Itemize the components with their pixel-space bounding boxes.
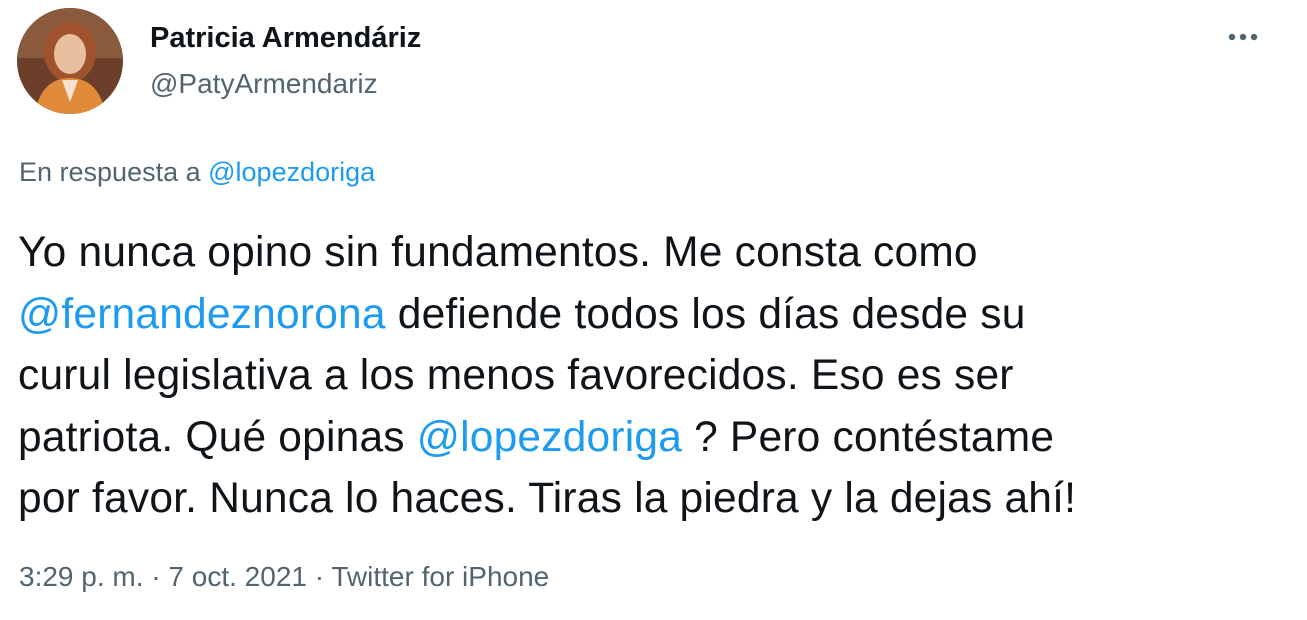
tweet-line: Yo nunca opino sin fundamentos. Me const… (18, 229, 978, 276)
tweet-date-link[interactable]: 7 oct. 2021 (168, 561, 307, 592)
user-handle[interactable]: @PatyArmendariz (150, 68, 378, 100)
display-name[interactable]: Patricia Armendáriz (150, 22, 421, 55)
reply-context: En respuesta a @lopezdoriga (19, 157, 375, 188)
tweet-source-link[interactable]: Twitter for iPhone (331, 561, 549, 592)
tweet-line: por favor. Nunca lo haces. Tiras la pied… (18, 475, 1077, 522)
mention-link[interactable]: @lopezdoriga (417, 414, 682, 461)
more-horizontal-icon (1228, 33, 1258, 41)
tweet-text-segment: ? Pero contéstame (682, 413, 1055, 461)
mention-link[interactable]: @fernandeznorona (18, 291, 386, 338)
tweet-card: Patricia Armendáriz @PatyArmendariz En r… (0, 0, 1307, 620)
more-options-button[interactable] (1222, 22, 1268, 52)
tweet-metadata: 3:29 p. m. · 7 oct. 2021 · Twitter for i… (19, 561, 549, 593)
tweet-time-link[interactable]: 3:29 p. m. (19, 561, 144, 592)
tweet-text: Yo nunca opino sin fundamentos. Me const… (18, 222, 1288, 530)
tweet-line: @fernandeznorona defiende todos los días… (18, 284, 1288, 346)
meta-separator: · (143, 561, 169, 592)
meta-separator: · (306, 561, 332, 592)
profile-photo-icon (17, 8, 123, 114)
reply-prefix: En respuesta a (19, 157, 209, 187)
tweet-text-segment: patriota. Qué opinas (18, 413, 417, 461)
avatar[interactable] (17, 8, 123, 114)
tweet-line: curul legislativa a los menos favorecido… (18, 352, 1014, 399)
tweet-line: patriota. Qué opinas @lopezdoriga ? Pero… (18, 407, 1288, 469)
tweet-text-segment: defiende todos los días desde su (385, 290, 1026, 338)
reply-mention-link[interactable]: @lopezdoriga (208, 157, 375, 187)
